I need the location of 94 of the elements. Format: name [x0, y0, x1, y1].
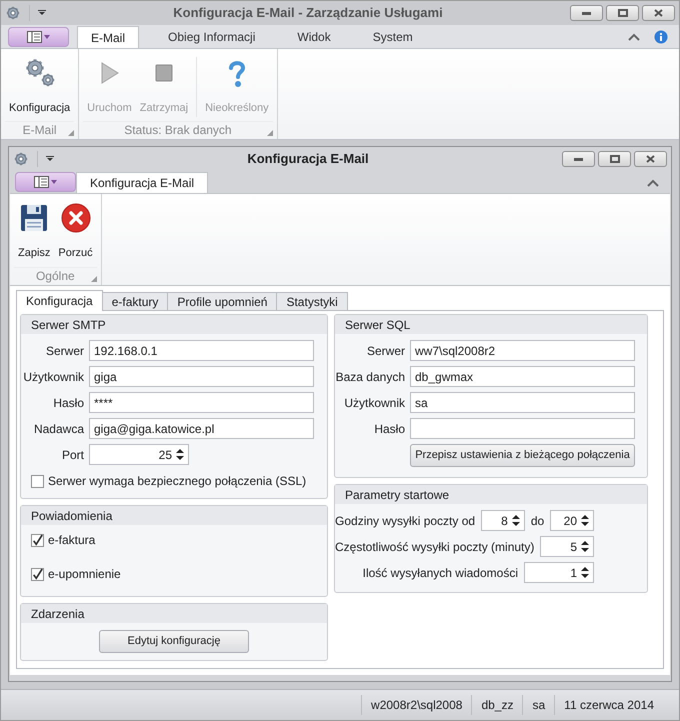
- quick-access-dropdown-icon[interactable]: [46, 156, 54, 162]
- close-icon: [654, 9, 663, 17]
- ribbon-button[interactable]: Porzuć: [54, 198, 97, 267]
- spin-arrows-icon[interactable]: [581, 566, 589, 579]
- field-label: Częstotliwość wysyłki poczty (minuty): [335, 538, 534, 556]
- panel-icon: [26, 31, 50, 43]
- maximize-button[interactable]: [598, 151, 631, 167]
- ribbon-button[interactable]: Zapisz: [14, 198, 54, 267]
- collapse-ribbon-icon[interactable]: [647, 178, 659, 186]
- page-tab[interactable]: Profile upomnień: [167, 292, 278, 311]
- application-menu-button[interactable]: [15, 172, 76, 192]
- field-label: do: [530, 512, 544, 530]
- ribbon-tab[interactable]: Obieg Informacji: [155, 26, 268, 48]
- input-field[interactable]: 192.168.0.1: [89, 340, 314, 361]
- status-item: sa: [522, 695, 554, 715]
- panel-title: Serwer SQL: [345, 316, 410, 334]
- status-item: db_zz: [471, 695, 522, 715]
- spin-arrows-icon[interactable]: [581, 514, 589, 527]
- maximize-button[interactable]: [606, 5, 639, 21]
- input-field[interactable]: giga@giga.katowice.pl: [89, 418, 314, 439]
- ribbon-group-caption: Status: Brak danych: [124, 122, 232, 139]
- field-label: Serwer: [44, 342, 84, 360]
- settings-icon[interactable]: [13, 151, 29, 167]
- dialog-launcher-icon[interactable]: [266, 130, 273, 136]
- cancel-icon: [60, 202, 92, 234]
- spin-arrows-icon[interactable]: [176, 448, 184, 461]
- minimize-icon: [574, 158, 583, 160]
- field-label: Serwer: [366, 342, 405, 360]
- checkbox[interactable]: [31, 474, 44, 488]
- ribbon-tab[interactable]: E-Mail: [77, 26, 140, 48]
- panel-title: Serwer SMTP: [31, 316, 106, 334]
- spin-arrows-icon[interactable]: [512, 514, 520, 527]
- field-label: Użytkownik: [343, 394, 405, 412]
- panel-title: Parametry startowe: [345, 486, 450, 504]
- checkbox-label: e-upomnienie: [48, 566, 121, 583]
- input-field[interactable]: db_gwmax: [410, 366, 635, 387]
- page-tab[interactable]: e-faktury: [102, 292, 168, 311]
- field-label: Ilość wysyłanych wiadomości: [362, 564, 518, 582]
- settings-icon[interactable]: [5, 5, 21, 21]
- checkbox[interactable]: [31, 568, 44, 580]
- status-item: w2008r2\sql2008: [361, 695, 472, 715]
- field-label: Baza danych: [335, 368, 405, 386]
- close-icon: [646, 155, 655, 163]
- minimize-icon: [582, 12, 591, 14]
- check-icon: [32, 568, 43, 580]
- panel-title: Zdarzenia: [31, 606, 84, 622]
- collapse-ribbon-icon[interactable]: [628, 33, 640, 41]
- input-field[interactable]: giga: [89, 366, 314, 387]
- field-label: Hasło: [52, 394, 84, 412]
- field-label: Użytkownik: [22, 368, 84, 386]
- spin-field[interactable]: 1: [524, 562, 594, 583]
- field-label: Hasło: [373, 420, 405, 438]
- ribbon-group-caption: Ogólne: [36, 268, 75, 285]
- input-field[interactable]: ****: [89, 392, 314, 413]
- ribbon-group-caption: E-Mail: [22, 122, 57, 139]
- info-icon[interactable]: [654, 30, 668, 44]
- ribbon-tab[interactable]: Konfiguracja E-Mail: [76, 172, 208, 193]
- ribbon-tab[interactable]: Widok: [284, 26, 344, 48]
- checkbox-label: e-faktura: [48, 532, 96, 549]
- panel-icon: [34, 176, 58, 188]
- status-item: 11 czerwca 2014: [554, 695, 663, 715]
- dialog-launcher-icon[interactable]: [90, 276, 97, 282]
- quick-access-dropdown-icon[interactable]: [38, 10, 46, 16]
- action-button[interactable]: Edytuj konfigurację: [99, 630, 249, 653]
- window-title: Konfiguracja E-Mail - Zarządzanie Usługami: [173, 4, 443, 22]
- spin-field[interactable]: 20: [550, 510, 594, 531]
- close-button[interactable]: [642, 5, 675, 21]
- checkbox-label: Serwer wymaga bezpiecznego połączenia (SSL): [48, 473, 306, 490]
- dialog-launcher-icon[interactable]: [68, 130, 74, 136]
- child-window-title: Konfiguracja E-Mail: [247, 150, 369, 168]
- minimize-button[interactable]: [570, 5, 603, 21]
- page-tab[interactable]: Konfiguracja: [16, 290, 103, 311]
- input-field[interactable]: ww7\sql2008r2: [410, 340, 635, 361]
- spin-field[interactable]: 5: [540, 536, 594, 557]
- field-label: Godziny wysyłki poczty od: [335, 512, 476, 530]
- ribbon-tab[interactable]: System: [360, 26, 426, 48]
- close-button[interactable]: [634, 151, 667, 167]
- field-label: Nadawca: [32, 420, 84, 438]
- check-icon: [32, 534, 43, 546]
- action-button[interactable]: Przepisz ustawienia z bieżącego połączenia: [410, 444, 635, 467]
- maximize-icon: [610, 155, 620, 163]
- field-label: Port: [60, 446, 84, 464]
- panel-title: Powiadomienia: [31, 508, 112, 524]
- page-tab[interactable]: Statystyki: [276, 292, 348, 311]
- spin-arrows-icon[interactable]: [581, 540, 589, 553]
- spin-field[interactable]: 8: [481, 510, 525, 531]
- ribbon-button[interactable]: Konfiguracja: [5, 53, 74, 121]
- application-menu-button[interactable]: [8, 27, 69, 47]
- spin-field[interactable]: 25: [89, 444, 189, 465]
- input-field[interactable]: sa: [410, 392, 635, 413]
- input-field[interactable]: [410, 418, 635, 439]
- checkbox[interactable]: [31, 534, 44, 546]
- maximize-icon: [618, 9, 628, 17]
- minimize-button[interactable]: [562, 151, 595, 167]
